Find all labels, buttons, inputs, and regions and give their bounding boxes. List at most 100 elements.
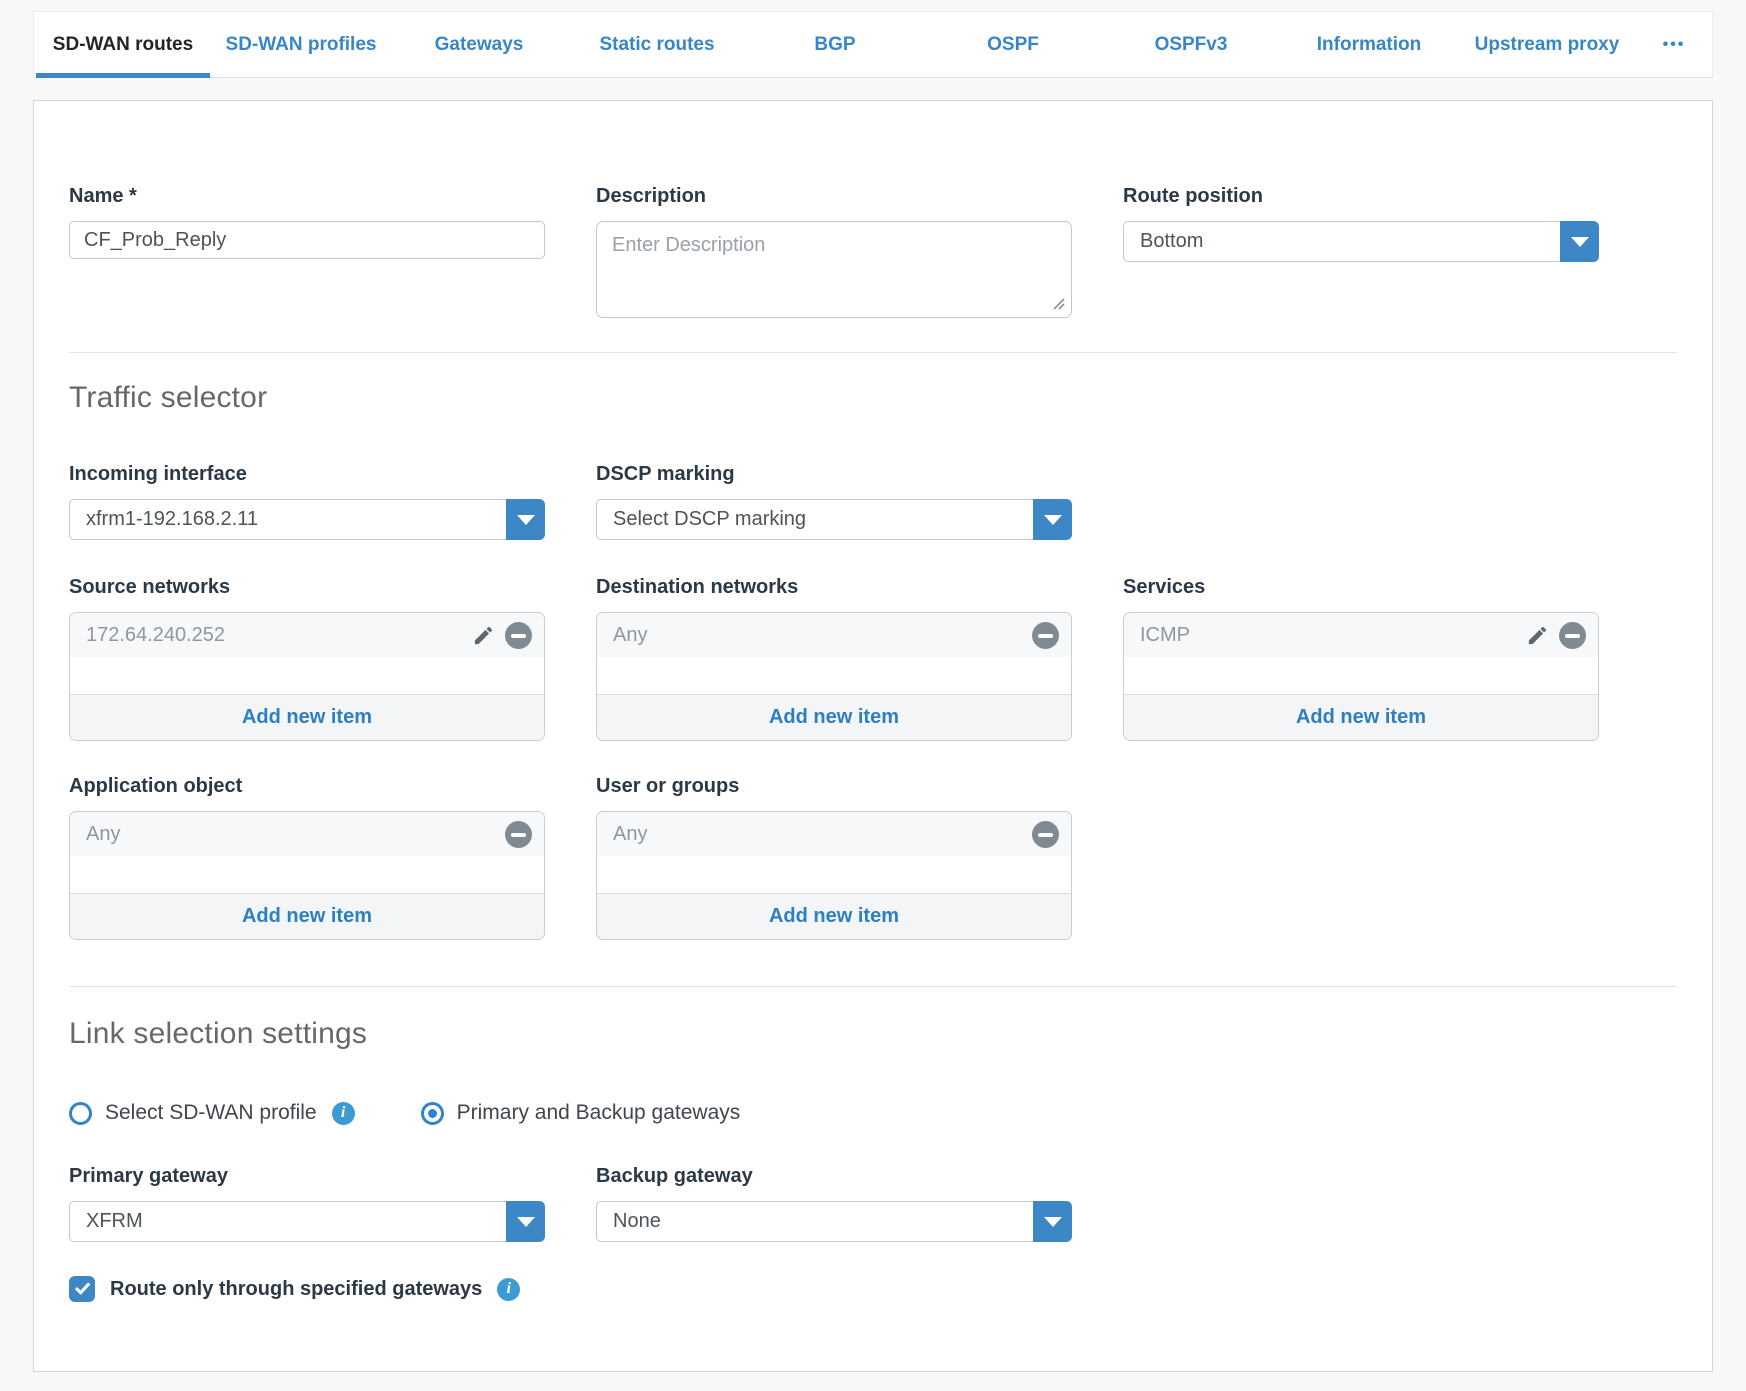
dscp-marking-select[interactable]: Select DSCP marking bbox=[596, 499, 1072, 540]
tab-sd-wan-profiles[interactable]: SD-WAN profiles bbox=[212, 12, 390, 77]
backup-gateway-label: Backup gateway bbox=[596, 1165, 1072, 1188]
application-object-label: Application object bbox=[69, 775, 545, 798]
source-networks-field: Source networks 172.64.240.252 Add new i… bbox=[69, 576, 545, 741]
networks-row: Source networks 172.64.240.252 Add new i… bbox=[69, 576, 1677, 741]
tab-sd-wan-routes[interactable]: SD-WAN routes bbox=[34, 12, 212, 77]
services-label: Services bbox=[1123, 576, 1599, 599]
list-empty-area bbox=[597, 657, 1071, 694]
radio-primary-backup-gateways-label: Primary and Backup gateways bbox=[457, 1101, 741, 1125]
remove-icon[interactable] bbox=[1032, 821, 1059, 848]
add-new-item-label: Add new item bbox=[769, 905, 899, 928]
info-icon[interactable]: i bbox=[332, 1102, 355, 1125]
remove-icon[interactable] bbox=[1032, 622, 1059, 649]
gateways-row: Primary gateway XFRM Backup gateway None bbox=[69, 1165, 1677, 1242]
route-position-dropdown-button[interactable] bbox=[1560, 221, 1599, 262]
backup-gateway-field: Backup gateway None bbox=[596, 1165, 1072, 1242]
list-empty-area bbox=[70, 856, 544, 893]
add-new-item-label: Add new item bbox=[242, 905, 372, 928]
destination-networks-add-button[interactable]: Add new item bbox=[597, 694, 1071, 740]
tab-gateways[interactable]: Gateways bbox=[390, 12, 568, 77]
list-item: Any bbox=[597, 613, 1071, 657]
user-or-groups-add-button[interactable]: Add new item bbox=[597, 893, 1071, 939]
list-item: 172.64.240.252 bbox=[70, 613, 544, 657]
services-add-button[interactable]: Add new item bbox=[1124, 694, 1598, 740]
description-textarea[interactable] bbox=[596, 221, 1072, 318]
route-position-label: Route position bbox=[1123, 185, 1599, 208]
incoming-interface-value: xfrm1-192.168.2.11 bbox=[70, 508, 506, 531]
source-networks-box: 172.64.240.252 Add new item bbox=[69, 612, 545, 741]
traffic-selector-heading: Traffic selector bbox=[69, 381, 1677, 415]
route-position-value: Bottom bbox=[1124, 230, 1560, 253]
name-label: Name * bbox=[69, 185, 545, 208]
tab-information[interactable]: Information bbox=[1280, 12, 1458, 77]
incoming-interface-label: Incoming interface bbox=[69, 463, 545, 486]
add-new-item-label: Add new item bbox=[242, 706, 372, 729]
remove-icon[interactable] bbox=[505, 821, 532, 848]
ellipsis-icon: ••• bbox=[1663, 36, 1686, 54]
tab-ospfv3[interactable]: OSPFv3 bbox=[1102, 12, 1280, 77]
tab-bar: SD-WAN routes SD-WAN profiles Gateways S… bbox=[33, 11, 1713, 78]
description-label: Description bbox=[596, 185, 1072, 208]
caret-down-icon bbox=[1044, 515, 1062, 525]
radio-select-sdwan-profile[interactable] bbox=[69, 1102, 92, 1125]
tab-bgp[interactable]: BGP bbox=[746, 12, 924, 77]
application-object-field: Application object Any Add new item bbox=[69, 775, 545, 940]
backup-gateway-value: None bbox=[597, 1210, 1033, 1233]
source-network-value: 172.64.240.252 bbox=[86, 624, 471, 647]
application-object-box: Any Add new item bbox=[69, 811, 545, 940]
description-field: Description bbox=[596, 185, 1072, 318]
edit-icon[interactable] bbox=[471, 623, 495, 647]
backup-gateway-select[interactable]: None bbox=[596, 1201, 1072, 1242]
destination-networks-label: Destination networks bbox=[596, 576, 1072, 599]
list-empty-area bbox=[1124, 657, 1598, 694]
caret-down-icon bbox=[517, 1217, 535, 1227]
sd-wan-route-editor-card: Name * Description Route position Bottom bbox=[33, 100, 1713, 1372]
list-item: Any bbox=[597, 812, 1071, 856]
destination-network-value: Any bbox=[613, 624, 1032, 647]
link-selection-radio-group: Select SD-WAN profile i Primary and Back… bbox=[69, 1101, 1677, 1125]
route-only-checkbox-label: Route only through specified gateways bbox=[110, 1278, 482, 1301]
backup-gateway-dropdown-button[interactable] bbox=[1033, 1201, 1072, 1242]
link-selection-heading: Link selection settings bbox=[69, 1017, 1677, 1051]
services-box: ICMP Add new item bbox=[1123, 612, 1599, 741]
destination-networks-box: Any Add new item bbox=[596, 612, 1072, 741]
incoming-interface-dropdown-button[interactable] bbox=[506, 499, 545, 540]
primary-gateway-value: XFRM bbox=[70, 1210, 506, 1233]
service-value: ICMP bbox=[1140, 624, 1525, 647]
dscp-marking-label: DSCP marking bbox=[596, 463, 1072, 486]
incoming-interface-field: Incoming interface xfrm1-192.168.2.11 bbox=[69, 463, 545, 540]
edit-icon[interactable] bbox=[1525, 623, 1549, 647]
route-only-row: Route only through specified gateways i bbox=[69, 1276, 1677, 1302]
source-networks-label: Source networks bbox=[69, 576, 545, 599]
primary-gateway-select[interactable]: XFRM bbox=[69, 1201, 545, 1242]
incoming-interface-select[interactable]: xfrm1-192.168.2.11 bbox=[69, 499, 545, 540]
application-object-add-button[interactable]: Add new item bbox=[70, 893, 544, 939]
more-tabs-button[interactable]: ••• bbox=[1636, 12, 1712, 77]
primary-gateway-field: Primary gateway XFRM bbox=[69, 1165, 545, 1242]
radio-primary-backup-gateways[interactable] bbox=[421, 1102, 444, 1125]
remove-icon[interactable] bbox=[1559, 622, 1586, 649]
route-position-field: Route position Bottom bbox=[1123, 185, 1599, 262]
caret-down-icon bbox=[517, 515, 535, 525]
list-item: ICMP bbox=[1124, 613, 1598, 657]
primary-gateway-dropdown-button[interactable] bbox=[506, 1201, 545, 1242]
interface-row: Incoming interface xfrm1-192.168.2.11 DS… bbox=[69, 463, 1677, 540]
route-only-checkbox[interactable] bbox=[69, 1276, 95, 1302]
add-new-item-label: Add new item bbox=[1296, 706, 1426, 729]
destination-networks-field: Destination networks Any Add new item bbox=[596, 576, 1072, 741]
radio-select-sdwan-profile-label: Select SD-WAN profile bbox=[105, 1101, 317, 1125]
caret-down-icon bbox=[1571, 237, 1589, 247]
dscp-marking-dropdown-button[interactable] bbox=[1033, 499, 1072, 540]
tab-static-routes[interactable]: Static routes bbox=[568, 12, 746, 77]
route-position-select[interactable]: Bottom bbox=[1123, 221, 1599, 262]
caret-down-icon bbox=[1044, 1217, 1062, 1227]
info-icon[interactable]: i bbox=[497, 1278, 520, 1301]
tab-upstream-proxy[interactable]: Upstream proxy bbox=[1458, 12, 1636, 77]
source-networks-add-button[interactable]: Add new item bbox=[70, 694, 544, 740]
tab-ospf[interactable]: OSPF bbox=[924, 12, 1102, 77]
divider bbox=[69, 352, 1677, 353]
name-field: Name * bbox=[69, 185, 545, 259]
dscp-marking-field: DSCP marking Select DSCP marking bbox=[596, 463, 1072, 540]
remove-icon[interactable] bbox=[505, 622, 532, 649]
name-input[interactable] bbox=[69, 221, 545, 259]
